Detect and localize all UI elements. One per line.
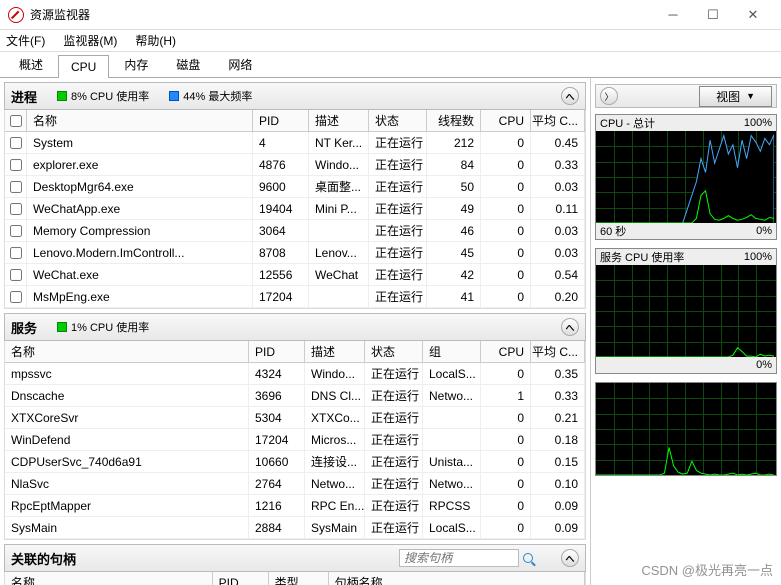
col-avg[interactable]: 平均 C... bbox=[531, 110, 585, 131]
table-row[interactable]: System 4 NT Ker... 正在运行 212 0 0.45 bbox=[5, 132, 585, 154]
table-row[interactable]: XTXCoreSvr 5304 XTXCo... 正在运行 0 0.21 bbox=[5, 407, 585, 429]
col-handle-name[interactable]: 句柄名称 bbox=[329, 572, 585, 585]
row-checkbox[interactable] bbox=[10, 247, 22, 259]
menu-monitor[interactable]: 监视器(M) bbox=[61, 32, 119, 49]
table-row[interactable]: NlaSvc 2764 Netwo... 正在运行 Netwo... 0 0.1… bbox=[5, 473, 585, 495]
table-row[interactable]: CDPUserSvc_740d6a91 10660 连接设... 正在运行 Un… bbox=[5, 451, 585, 473]
chart-cpu-total: CPU - 总计100% 60 秒0% bbox=[595, 114, 777, 240]
search-handles-input[interactable] bbox=[399, 549, 519, 567]
col-cpu[interactable]: CPU bbox=[481, 110, 531, 131]
processes-thead: 名称 PID 描述 状态 线程数 CPU 平均 C... bbox=[5, 110, 585, 132]
row-checkbox[interactable] bbox=[10, 203, 22, 215]
col-status[interactable]: 状态 bbox=[369, 110, 427, 131]
collapse-icon[interactable]: へ bbox=[561, 549, 579, 567]
tab-network[interactable]: 网络 bbox=[215, 51, 265, 77]
table-row[interactable]: DesktopMgr64.exe 9600 桌面整... 正在运行 50 0 0… bbox=[5, 176, 585, 198]
col-name[interactable]: 名称 bbox=[5, 341, 249, 362]
tab-cpu[interactable]: CPU bbox=[58, 55, 109, 78]
tab-memory[interactable]: 内存 bbox=[111, 51, 161, 77]
col-type[interactable]: 类型 bbox=[269, 572, 329, 585]
dropdown-icon: ▼ bbox=[746, 91, 755, 101]
col-pid[interactable]: PID bbox=[253, 110, 309, 131]
row-checkbox[interactable] bbox=[10, 269, 22, 281]
menu-file[interactable]: 文件(F) bbox=[4, 32, 47, 49]
col-pid[interactable]: PID bbox=[249, 341, 305, 362]
col-status[interactable]: 状态 bbox=[365, 341, 423, 362]
close-button[interactable]: ✕ bbox=[733, 0, 773, 30]
chart-3 bbox=[595, 382, 777, 476]
col-pid[interactable]: PID bbox=[213, 572, 269, 585]
window-title: 资源监视器 bbox=[30, 6, 90, 23]
row-checkbox[interactable] bbox=[10, 181, 22, 193]
expand-icon[interactable]: 〉 bbox=[600, 87, 618, 105]
processes-title: 进程 bbox=[11, 87, 37, 106]
processes-header[interactable]: 进程 8% CPU 使用率 44% 最大频率 へ bbox=[4, 82, 586, 110]
right-toolbar: 〉 视图▼ bbox=[595, 84, 777, 108]
row-checkbox[interactable] bbox=[10, 137, 22, 149]
search-icon[interactable] bbox=[523, 553, 533, 563]
chart-service-cpu: 服务 CPU 使用率100% 0% bbox=[595, 248, 777, 374]
row-checkbox[interactable] bbox=[10, 291, 22, 303]
col-name[interactable]: 名称 bbox=[27, 110, 253, 131]
row-checkbox[interactable] bbox=[10, 225, 22, 237]
col-avg[interactable]: 平均 C... bbox=[531, 341, 585, 362]
maximize-button[interactable]: ☐ bbox=[693, 0, 733, 30]
processes-table: 名称 PID 描述 状态 线程数 CPU 平均 C... System 4 NT… bbox=[4, 110, 586, 309]
handles-table: 名称 PID 类型 句柄名称 bbox=[4, 572, 586, 585]
table-row[interactable]: SysMain 2884 SysMain 正在运行 LocalS... 0 0.… bbox=[5, 517, 585, 539]
table-row[interactable]: WeChatApp.exe 19404 Mini P... 正在运行 49 0 … bbox=[5, 198, 585, 220]
table-row[interactable]: MsMpEng.exe 17204 正在运行 41 0 0.20 bbox=[5, 286, 585, 308]
app-icon bbox=[8, 7, 24, 23]
row-checkbox[interactable] bbox=[10, 159, 22, 171]
col-cpu[interactable]: CPU bbox=[481, 341, 531, 362]
tab-overview[interactable]: 概述 bbox=[6, 51, 56, 77]
collapse-icon[interactable]: へ bbox=[561, 87, 579, 105]
table-row[interactable]: Lenovo.Modern.ImControll... 8708 Lenov..… bbox=[5, 242, 585, 264]
services-header[interactable]: 服务 1% CPU 使用率 へ bbox=[4, 313, 586, 341]
handles-title: 关联的句柄 bbox=[11, 549, 76, 568]
col-desc[interactable]: 描述 bbox=[305, 341, 365, 362]
handles-header[interactable]: 关联的句柄 へ bbox=[4, 544, 586, 572]
table-row[interactable]: mpssvc 4324 Windo... 正在运行 LocalS... 0 0.… bbox=[5, 363, 585, 385]
table-row[interactable]: Dnscache 3696 DNS Cl... 正在运行 Netwo... 1 … bbox=[5, 385, 585, 407]
legend-green-icon bbox=[57, 322, 67, 332]
select-all-checkbox[interactable] bbox=[10, 115, 22, 127]
col-group[interactable]: 组 bbox=[423, 341, 481, 362]
menu-help[interactable]: 帮助(H) bbox=[133, 32, 178, 49]
watermark: CSDN @极光再亮一点 bbox=[641, 560, 773, 579]
legend-blue-icon bbox=[169, 91, 179, 101]
table-row[interactable]: RpcEptMapper 1216 RPC En... 正在运行 RPCSS 0… bbox=[5, 495, 585, 517]
titlebar: 资源监视器 ─ ☐ ✕ bbox=[0, 0, 781, 30]
table-row[interactable]: WeChat.exe 12556 WeChat 正在运行 42 0 0.54 bbox=[5, 264, 585, 286]
col-name[interactable]: 名称 bbox=[5, 572, 213, 585]
col-threads[interactable]: 线程数 bbox=[427, 110, 481, 131]
tab-disk[interactable]: 磁盘 bbox=[163, 51, 213, 77]
menubar: 文件(F) 监视器(M) 帮助(H) bbox=[0, 30, 781, 52]
collapse-icon[interactable]: へ bbox=[561, 318, 579, 336]
table-row[interactable]: Memory Compression 3064 正在运行 46 0 0.03 bbox=[5, 220, 585, 242]
services-table: 名称 PID 描述 状态 组 CPU 平均 C... mpssvc 4324 W… bbox=[4, 341, 586, 540]
services-title: 服务 bbox=[11, 318, 37, 337]
view-button[interactable]: 视图▼ bbox=[699, 86, 772, 107]
tab-strip: 概述 CPU 内存 磁盘 网络 bbox=[0, 52, 781, 78]
legend-green-icon bbox=[57, 91, 67, 101]
table-row[interactable]: explorer.exe 4876 Windo... 正在运行 84 0 0.3… bbox=[5, 154, 585, 176]
minimize-button[interactable]: ─ bbox=[653, 0, 693, 30]
col-desc[interactable]: 描述 bbox=[309, 110, 369, 131]
table-row[interactable]: WinDefend 17204 Micros... 正在运行 0 0.18 bbox=[5, 429, 585, 451]
